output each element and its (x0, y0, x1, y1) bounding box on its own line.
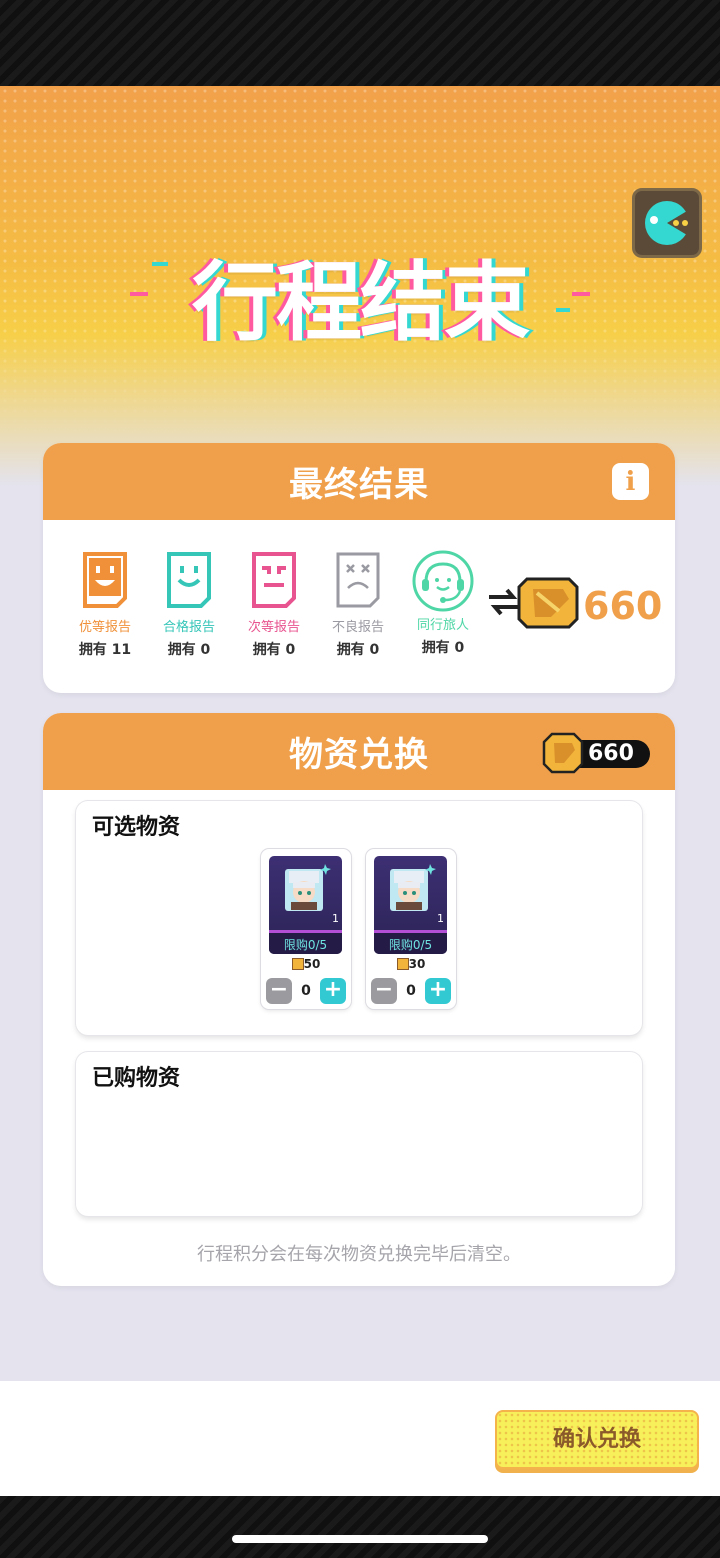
report-owned: 拥有 0 (421, 640, 465, 656)
info-button[interactable]: i (612, 463, 649, 500)
report-qualified: 合格报告 拥有 0 (154, 550, 224, 659)
chat-assistant-icon (645, 201, 692, 245)
report-name: 不良报告 (331, 620, 384, 635)
quantity-stepper: − 0 + (371, 978, 451, 1004)
increment-button[interactable]: + (425, 978, 451, 1004)
decrement-button[interactable]: − (266, 978, 292, 1004)
item-card[interactable]: 1 限购0/5 50 − 0 + (261, 849, 351, 1009)
item-image: 1 限购0/5 (374, 856, 447, 954)
item-price: 30 (366, 957, 456, 971)
purchase-limit: 限购0/5 (269, 930, 342, 954)
confirm-exchange-button[interactable]: 确认兑换 (495, 1410, 699, 1469)
report-traveler: 同行旅人 拥有 0 (408, 550, 478, 657)
report-name: 同行旅人 (416, 618, 469, 633)
report-summary: 优等报告 拥有 11 合格报告 拥有 0 次等报告 拥有 0 不良报告 拥有 0… (43, 520, 675, 693)
final-result-title: 最终结果 (289, 465, 429, 505)
status-bar (0, 0, 720, 86)
report-name: 次等报告 (247, 620, 300, 635)
exchange-title: 物资兑换 (289, 735, 429, 775)
report-owned: 拥有 0 (252, 642, 296, 658)
happy-report-icon (83, 552, 127, 608)
item-price: 50 (261, 957, 351, 971)
home-bar (0, 1496, 720, 1558)
item-count: 0 (406, 983, 416, 999)
report-excellent: 优等报告 拥有 11 (70, 550, 140, 659)
available-items-panel: 可选物资 1 限购0/5 50 − 0 + 1 限购0/5 30 − 0 + (76, 801, 642, 1035)
final-result-card: 最终结果 i 优等报告 拥有 11 合格报告 拥有 0 次等报告 拥有 0 不良… (43, 443, 675, 693)
assistant-button[interactable] (632, 188, 702, 258)
points-reset-note: 行程积分会在每次物资兑换完毕后清空。 (197, 1244, 521, 1265)
report-owned: 拥有 0 (336, 642, 380, 658)
report-owned: 拥有 11 (78, 642, 132, 658)
report-inferior: 次等报告 拥有 0 (239, 550, 309, 659)
purchased-items-title: 已购物资 (92, 1066, 181, 1091)
coin-icon (396, 958, 409, 970)
quantity-stepper: − 0 + (266, 978, 346, 1004)
final-result-header: 最终结果 i (43, 443, 675, 520)
displeased-report-icon (252, 552, 296, 608)
item-count: 0 (301, 983, 311, 999)
increment-button[interactable]: + (320, 978, 346, 1004)
headset-traveler-icon (412, 550, 474, 612)
report-owned: 拥有 0 (167, 642, 211, 658)
item-price-value: 50 (303, 957, 321, 971)
purchase-limit: 限购0/5 (374, 930, 447, 954)
total-points: 660 (583, 584, 663, 628)
report-name: 优等报告 (78, 620, 131, 635)
report-bad: 不良报告 拥有 0 (323, 550, 393, 659)
coin-icon (517, 577, 579, 629)
smile-report-icon (167, 552, 211, 608)
coin-icon (291, 958, 304, 970)
home-indicator[interactable] (232, 1535, 488, 1543)
points-balance-badge: 660 (542, 732, 650, 774)
item-image: 1 限购0/5 (269, 856, 342, 954)
report-name: 合格报告 (162, 620, 215, 635)
points-balance: 660 (588, 741, 634, 766)
available-items-title: 可选物资 (92, 815, 181, 840)
decrement-button[interactable]: − (371, 978, 397, 1004)
purchased-items-panel: 已购物资 (76, 1052, 642, 1216)
item-quantity: 1 (332, 912, 339, 925)
exchange-arrows-icon (489, 577, 579, 629)
bad-report-icon (336, 552, 380, 608)
coin-icon (542, 732, 584, 774)
item-card[interactable]: 1 限购0/5 30 − 0 + (366, 849, 456, 1009)
item-quantity: 1 (437, 912, 444, 925)
page-title: 行程结束 (192, 253, 530, 353)
item-price-value: 30 (408, 957, 426, 971)
